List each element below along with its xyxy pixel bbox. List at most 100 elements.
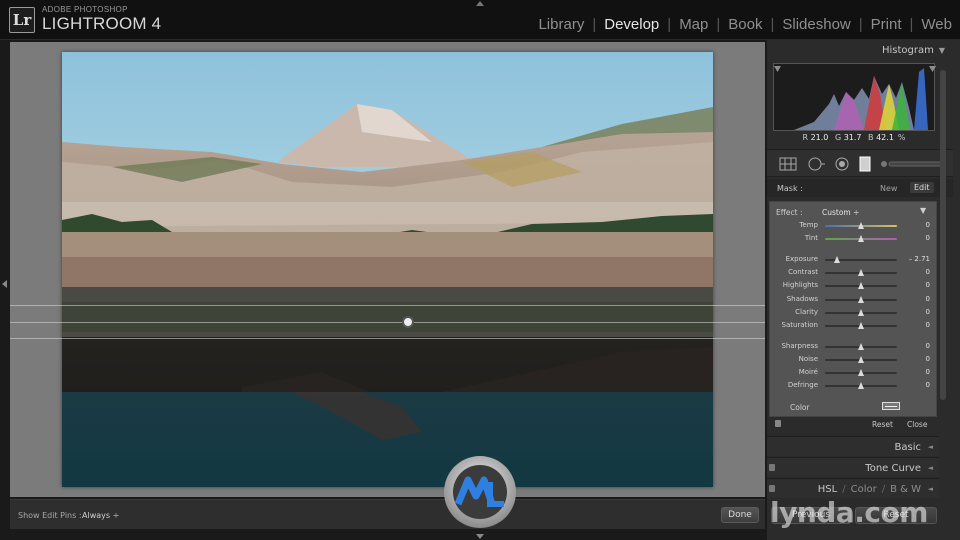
slider-exposure[interactable]: Exposure – 2.71	[770, 254, 938, 266]
slider-thumb[interactable]	[857, 309, 864, 316]
edit-pin-icon[interactable]	[402, 316, 414, 328]
mask-close-button[interactable]: Close	[907, 420, 927, 429]
g-value: 31.7	[843, 133, 862, 142]
slider-thumb[interactable]	[834, 256, 841, 263]
slider-thumb[interactable]	[857, 222, 864, 229]
panel-switch-icon[interactable]	[769, 485, 775, 492]
slider-track[interactable]	[825, 269, 897, 276]
hsl-panel-header[interactable]: HSL / Color / B & W ◄	[767, 478, 939, 498]
module-slideshow[interactable]: Slideshow	[782, 16, 850, 33]
slider-moir[interactable]: Moiré 0	[770, 367, 938, 379]
tone-curve-label: Tone Curve	[865, 463, 921, 474]
collapse-top-arrow-icon[interactable]	[476, 1, 484, 6]
image-canvas[interactable]	[10, 42, 765, 497]
red-eye-icon[interactable]	[833, 156, 851, 172]
slider-clarity[interactable]: Clarity 0	[770, 307, 938, 319]
slider-value[interactable]: 0	[926, 295, 930, 303]
slider-sharpness[interactable]: Sharpness 0	[770, 341, 938, 353]
slider-value[interactable]: 0	[926, 221, 930, 229]
module-map[interactable]: Map	[679, 16, 708, 33]
slider-value[interactable]: 0	[926, 308, 930, 316]
done-button[interactable]: Done	[721, 507, 759, 523]
slider-thumb[interactable]	[857, 369, 864, 376]
slider-value[interactable]: – 2.71	[909, 255, 930, 263]
effect-preset-select[interactable]: Custom ÷	[822, 208, 859, 217]
gradient-guide-line-top[interactable]	[10, 305, 765, 306]
slider-track[interactable]	[825, 235, 897, 242]
slider-track[interactable]	[825, 256, 897, 263]
collapse-triangle-icon[interactable]: ▼	[939, 46, 945, 55]
panel-switch-icon[interactable]	[769, 464, 775, 471]
slider-temp[interactable]: Temp 0	[770, 220, 938, 232]
gradient-guide-line-center[interactable]	[10, 322, 765, 323]
color-swatch[interactable]	[882, 402, 900, 410]
tab-color[interactable]: Color	[851, 484, 877, 495]
slider-thumb[interactable]	[857, 382, 864, 389]
slider-value[interactable]: 0	[926, 381, 930, 389]
histogram-header[interactable]: Histogram ▼	[767, 45, 953, 56]
module-develop[interactable]: Develop	[604, 16, 659, 33]
slider-thumb[interactable]	[857, 282, 864, 289]
expand-triangle-icon[interactable]: ◄	[928, 485, 933, 493]
expand-triangle-icon[interactable]: ◄	[928, 464, 933, 472]
effect-collapse-icon[interactable]: ▼	[920, 206, 926, 215]
slider-value[interactable]: 0	[926, 355, 930, 363]
panel-scrollbar[interactable]	[940, 70, 946, 400]
photo-preview[interactable]	[62, 52, 713, 487]
slider-tint[interactable]: Tint 0	[770, 233, 938, 245]
slider-noise[interactable]: Noise 0	[770, 354, 938, 366]
panel-switch-icon[interactable]	[775, 420, 781, 427]
slider-shadows[interactable]: Shadows 0	[770, 294, 938, 306]
histogram[interactable]	[773, 63, 936, 131]
basic-panel-header[interactable]: Basic ◄	[767, 436, 939, 456]
show-edit-pins-select[interactable]: Always ÷	[82, 511, 119, 520]
adjustment-brush-icon[interactable]	[879, 156, 945, 172]
mask-edit-button[interactable]: Edit	[910, 182, 934, 193]
slider-value[interactable]: 0	[926, 321, 930, 329]
tab-bw[interactable]: B & W	[890, 484, 921, 495]
module-print[interactable]: Print	[871, 16, 902, 33]
tab-hsl[interactable]: HSL	[818, 484, 837, 495]
slider-track[interactable]	[825, 322, 897, 329]
expand-left-panel-icon[interactable]	[2, 280, 7, 288]
slider-highlights[interactable]: Highlights 0	[770, 280, 938, 292]
module-web[interactable]: Web	[921, 16, 952, 33]
slider-track[interactable]	[825, 309, 897, 316]
slider-track[interactable]	[825, 369, 897, 376]
slider-value[interactable]: 0	[926, 281, 930, 289]
graduated-filter-icon[interactable]	[857, 156, 875, 172]
mask-reset-button[interactable]: Reset	[872, 420, 893, 429]
slider-value[interactable]: 0	[926, 368, 930, 376]
slider-value[interactable]: 0	[926, 268, 930, 276]
brand-subtitle: ADOBE PHOTOSHOP	[42, 5, 128, 14]
slider-thumb[interactable]	[857, 269, 864, 276]
slider-track[interactable]	[825, 382, 897, 389]
expand-filmstrip-icon[interactable]	[476, 534, 484, 539]
slider-track[interactable]	[825, 343, 897, 350]
module-book[interactable]: Book	[728, 16, 762, 33]
slider-contrast[interactable]: Contrast 0	[770, 267, 938, 279]
slider-thumb[interactable]	[857, 322, 864, 329]
crop-overlay-icon[interactable]	[779, 156, 797, 172]
r-value: 21.0	[810, 133, 829, 142]
module-separator: |	[716, 16, 721, 33]
slider-value[interactable]: 0	[926, 234, 930, 242]
mask-new-button[interactable]: New	[880, 184, 897, 193]
tone-curve-panel-header[interactable]: Tone Curve ◄	[767, 457, 939, 477]
slider-thumb[interactable]	[857, 296, 864, 303]
gradient-guide-line-bottom[interactable]	[10, 338, 765, 339]
slider-label: Exposure	[785, 255, 818, 263]
slider-track[interactable]	[825, 222, 897, 229]
slider-value[interactable]: 0	[926, 342, 930, 350]
expand-triangle-icon[interactable]: ◄	[928, 443, 933, 451]
slider-thumb[interactable]	[857, 343, 864, 350]
slider-saturation[interactable]: Saturation 0	[770, 320, 938, 332]
slider-track[interactable]	[825, 296, 897, 303]
slider-defringe[interactable]: Defringe 0	[770, 380, 938, 392]
slider-thumb[interactable]	[857, 356, 864, 363]
slider-track[interactable]	[825, 282, 897, 289]
module-library[interactable]: Library	[538, 16, 584, 33]
slider-thumb[interactable]	[857, 235, 864, 242]
slider-track[interactable]	[825, 356, 897, 363]
spot-removal-icon[interactable]	[807, 156, 825, 172]
